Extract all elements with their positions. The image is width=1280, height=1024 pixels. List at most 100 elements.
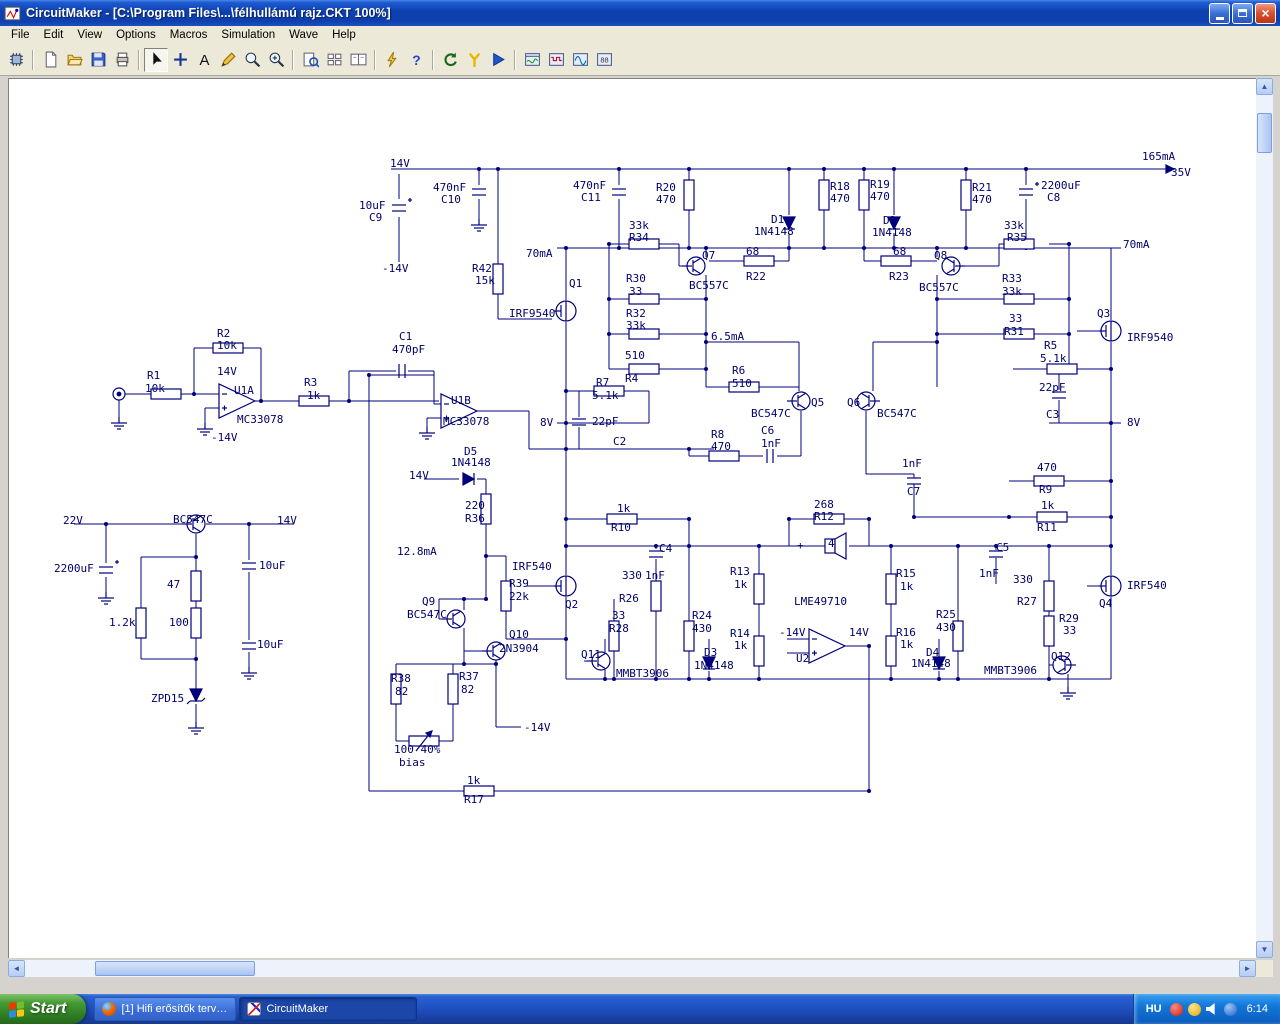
save-file-button[interactable] bbox=[86, 47, 110, 72]
edit-tool-button[interactable] bbox=[216, 47, 240, 72]
schematic-label: R30 bbox=[626, 272, 646, 285]
schematic-label: 1.2k bbox=[109, 616, 136, 629]
search-tool-icon bbox=[269, 52, 284, 68]
schematic-label: 33 bbox=[612, 609, 625, 622]
menu-view[interactable]: View bbox=[70, 28, 109, 42]
menu-simulation[interactable]: Simulation bbox=[214, 28, 282, 42]
schematic-label: MMBT3906 bbox=[616, 667, 669, 680]
menu-file[interactable]: File bbox=[4, 28, 37, 42]
vertical-scrollbar[interactable]: ▲ ▼ bbox=[1256, 78, 1273, 958]
simulation-mode-button[interactable] bbox=[380, 47, 404, 72]
schematic-label: 1N4148 bbox=[754, 225, 794, 238]
ground-symbol bbox=[111, 417, 127, 430]
scroll-up-button[interactable]: ▲ bbox=[1256, 78, 1273, 95]
vertical-scroll-track[interactable] bbox=[1256, 95, 1273, 941]
close-icon: × bbox=[1261, 5, 1270, 21]
schematic-label: 8V bbox=[540, 416, 554, 429]
capacitor-symbol bbox=[612, 188, 626, 196]
red-status-icon[interactable] bbox=[1169, 1002, 1183, 1016]
schematic-label: 1nF bbox=[761, 437, 781, 450]
language-indicator[interactable]: HU bbox=[1146, 1003, 1164, 1015]
schematic-label: 10uF bbox=[259, 559, 286, 572]
ground-symbol bbox=[98, 592, 114, 605]
restore-button[interactable] bbox=[1232, 2, 1253, 24]
menu-options[interactable]: Options bbox=[109, 28, 163, 42]
schematic-label: R34 bbox=[629, 231, 649, 244]
menu-edit[interactable]: Edit bbox=[37, 28, 71, 42]
chip-part-button[interactable] bbox=[4, 47, 28, 72]
tray-icons bbox=[1169, 1002, 1237, 1016]
polarized-capacitor-symbol bbox=[99, 560, 119, 574]
schematic-label: C2 bbox=[613, 435, 626, 448]
schematic-label: C5 bbox=[996, 541, 1009, 554]
horizontal-scrollbar[interactable]: ◄ ► bbox=[8, 960, 1256, 977]
zoom-tool-button[interactable] bbox=[240, 47, 264, 72]
ground-symbol bbox=[1060, 687, 1076, 700]
close-button[interactable]: × bbox=[1255, 2, 1276, 24]
help-button[interactable]: ? bbox=[404, 47, 428, 72]
window-bottom-strip bbox=[0, 979, 1280, 994]
scope-window-button[interactable] bbox=[520, 47, 544, 72]
menu-macros[interactable]: Macros bbox=[163, 28, 215, 42]
resistor-symbol bbox=[1043, 615, 1055, 647]
search-tool-button[interactable] bbox=[264, 47, 288, 72]
circuitmaker-app-icon bbox=[4, 5, 21, 22]
taskbar-task-firefox[interactable]: [1] Hifi erősítők terve... bbox=[94, 997, 237, 1021]
svg-text:A: A bbox=[199, 53, 209, 68]
reset-icon bbox=[443, 52, 457, 67]
wire-tool-button[interactable] bbox=[168, 47, 192, 72]
schematic-label: R25 bbox=[936, 608, 956, 621]
schematic-label: 100 40% bbox=[394, 743, 441, 756]
schematic-label: IRF9540 bbox=[1127, 331, 1173, 344]
print-button[interactable] bbox=[110, 47, 134, 72]
yellow-status-icon[interactable] bbox=[1187, 1002, 1201, 1016]
scroll-right-button[interactable]: ► bbox=[1239, 960, 1256, 977]
scroll-down-button[interactable]: ▼ bbox=[1256, 941, 1273, 958]
minimize-button[interactable] bbox=[1209, 2, 1230, 24]
scroll-left-button[interactable]: ◄ bbox=[8, 960, 25, 977]
horizontal-scroll-track[interactable] bbox=[25, 960, 1239, 977]
schematic-label: 1k bbox=[467, 774, 481, 787]
schematic-label: R7 bbox=[596, 376, 609, 389]
logic-analyzer-button[interactable] bbox=[544, 47, 568, 72]
schematic-label: Q6 bbox=[847, 396, 860, 409]
system-tray: HU 6:14 bbox=[1132, 994, 1280, 1024]
probe-tool-button[interactable] bbox=[462, 47, 486, 72]
volume-icon[interactable] bbox=[1205, 1003, 1215, 1015]
schematic-label: C9 bbox=[369, 211, 382, 224]
schematic-label: 330 bbox=[1013, 573, 1033, 586]
capacitor-symbol bbox=[766, 449, 774, 463]
schematic-canvas[interactable]: 14V 10uF C9 -14V 470nF C10 470nF C11 R20 470 D1 1N4… bbox=[8, 78, 1256, 958]
schematic-label: 100 bbox=[169, 616, 189, 629]
new-file-button[interactable] bbox=[38, 47, 62, 72]
desktop: CircuitMaker - [C:\Program Files\...\fél… bbox=[0, 0, 1280, 1024]
schematic-label: 82 bbox=[395, 685, 408, 698]
schematic-label: MMBT3906 bbox=[984, 664, 1037, 677]
schematic-label: 33 bbox=[1063, 624, 1076, 637]
window-controls: × bbox=[1209, 2, 1276, 24]
run-simulation-button[interactable] bbox=[486, 47, 510, 72]
blue-status-icon[interactable] bbox=[1223, 1002, 1237, 1016]
text-tool-button[interactable]: A bbox=[192, 47, 216, 72]
schematic-label: BC557C bbox=[919, 281, 959, 294]
schematic-label: Q10 bbox=[509, 628, 529, 641]
zoom-page-button[interactable] bbox=[298, 47, 322, 72]
select-tool-button[interactable] bbox=[144, 47, 168, 72]
split-view-button[interactable] bbox=[346, 47, 370, 72]
vertical-scroll-thumb[interactable] bbox=[1257, 113, 1272, 153]
zoom-grid-button[interactable] bbox=[322, 47, 346, 72]
menu-help[interactable]: Help bbox=[325, 28, 363, 42]
menu-wave[interactable]: Wave bbox=[282, 28, 325, 42]
capacitor-symbol bbox=[572, 418, 586, 426]
signal-generator-button[interactable] bbox=[568, 47, 592, 72]
schematic-label: 470 bbox=[656, 193, 676, 206]
multimeter-button[interactable]: 88 bbox=[592, 47, 616, 72]
start-button[interactable]: Start bbox=[0, 994, 87, 1024]
zoom-page-icon bbox=[303, 52, 319, 68]
reset-button[interactable] bbox=[438, 47, 462, 72]
schematic-label: R35 bbox=[1007, 231, 1027, 244]
open-file-button[interactable] bbox=[62, 47, 86, 72]
horizontal-scroll-thumb[interactable] bbox=[95, 961, 255, 976]
taskbar-task-circuitmaker[interactable]: CircuitMaker bbox=[239, 997, 418, 1021]
simulation-mode-icon bbox=[386, 51, 397, 68]
